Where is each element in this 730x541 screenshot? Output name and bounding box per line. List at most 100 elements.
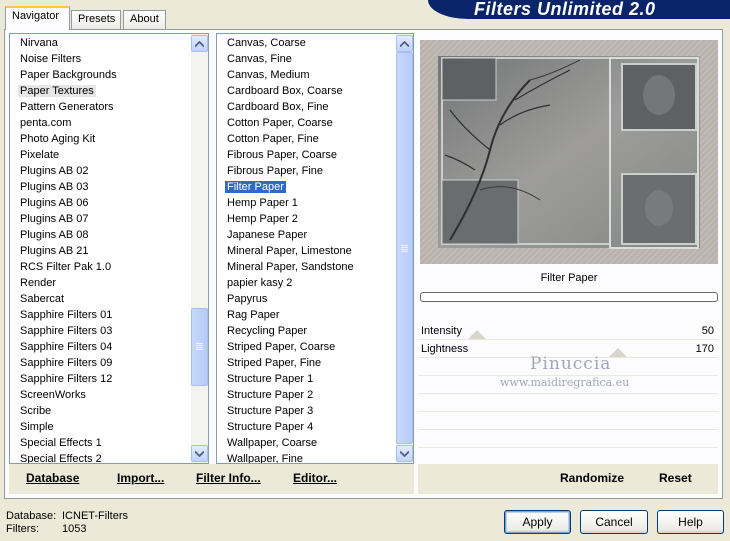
triangle-down-icon — [400, 450, 409, 457]
category-item[interactable]: penta.com — [10, 115, 73, 131]
category-item[interactable]: Render — [10, 275, 58, 291]
category-item[interactable]: Paper Textures — [10, 83, 96, 99]
list-item-label: Pattern Generators — [20, 101, 114, 113]
filter-info-button[interactable]: Filter Info... — [196, 471, 261, 485]
filter-item[interactable]: Cotton Paper, Fine — [217, 131, 321, 147]
category-item[interactable]: Special Effects 2 — [10, 451, 104, 463]
import-button[interactable]: Import... — [117, 471, 164, 485]
filter-scrollbar[interactable] — [396, 34, 413, 463]
filter-item[interactable]: Hemp Paper 2 — [217, 211, 300, 227]
filter-item[interactable]: Cotton Paper, Coarse — [217, 115, 335, 131]
filter-item[interactable]: Cardboard Box, Fine — [217, 99, 331, 115]
category-scroll-up-button[interactable] — [191, 35, 208, 52]
tab-navigator[interactable]: Navigator — [5, 6, 70, 30]
help-button[interactable]: Help — [657, 510, 724, 534]
category-item[interactable]: Sabercat — [10, 291, 66, 307]
category-item[interactable]: Scribe — [10, 403, 53, 419]
param-intensity-value: 50 — [701, 325, 714, 337]
category-item[interactable]: Plugins AB 21 — [10, 243, 91, 259]
category-item[interactable]: Paper Backgrounds — [10, 67, 119, 83]
list-item-label: papier kasy 2 — [227, 277, 293, 289]
category-item[interactable]: Sapphire Filters 09 — [10, 355, 114, 371]
filter-item[interactable]: Canvas, Medium — [217, 67, 312, 83]
filter-item[interactable]: Structure Paper 2 — [217, 387, 315, 403]
triangle-up-icon — [400, 40, 409, 47]
category-scroll-thumb[interactable] — [191, 308, 208, 386]
param-intensity[interactable]: Intensity 50 — [418, 322, 718, 340]
category-item[interactable]: Sapphire Filters 12 — [10, 371, 114, 387]
filter-item[interactable]: Mineral Paper, Limestone — [217, 243, 354, 259]
filter-item[interactable]: Canvas, Fine — [217, 51, 294, 67]
param-intensity-label: Intensity — [421, 325, 462, 337]
editor-button[interactable]: Editor... — [293, 471, 337, 485]
list-item-label: Wallpaper, Fine — [227, 453, 304, 464]
category-item[interactable]: Simple — [10, 419, 56, 435]
list-item-label: Sapphire Filters 12 — [20, 373, 113, 385]
param-empty-row — [418, 394, 718, 412]
category-list[interactable]: Nirvana Noise Filters Paper Backgrounds Pap… — [9, 33, 209, 464]
filter-item[interactable]: Structure Paper 1 — [217, 371, 315, 387]
filter-item[interactable]: Wallpaper, Coarse — [217, 435, 319, 451]
filter-scroll-down-button[interactable] — [396, 445, 413, 462]
category-item[interactable]: Pixelate — [10, 147, 61, 163]
filter-item[interactable]: Filter Paper — [217, 179, 286, 195]
tab-about-label: About — [130, 13, 159, 25]
category-item[interactable]: Photo Aging Kit — [10, 131, 97, 147]
list-item-label: Plugins AB 03 — [20, 181, 89, 193]
filter-scroll-thumb[interactable] — [396, 52, 413, 444]
category-item[interactable]: Sapphire Filters 01 — [10, 307, 114, 323]
lightness-slider-thumb[interactable] — [609, 348, 627, 357]
randomize-button[interactable]: Randomize — [560, 471, 624, 485]
list-item-label: Sapphire Filters 09 — [20, 357, 113, 369]
category-item[interactable]: Plugins AB 07 — [10, 211, 91, 227]
filter-item[interactable]: Canvas, Coarse — [217, 35, 308, 51]
category-item[interactable]: Special Effects 1 — [10, 435, 104, 451]
list-item-label: Photo Aging Kit — [20, 133, 96, 145]
category-item[interactable]: Sapphire Filters 03 — [10, 323, 114, 339]
category-item[interactable]: Plugins AB 06 — [10, 195, 91, 211]
filter-item[interactable]: Hemp Paper 1 — [217, 195, 300, 211]
filter-item[interactable]: Rag Paper — [217, 307, 282, 323]
category-scroll-down-button[interactable] — [191, 445, 208, 462]
list-item-label: Sabercat — [20, 293, 65, 305]
list-item-label: Plugins AB 06 — [20, 197, 89, 209]
list-item-label: penta.com — [20, 117, 72, 129]
filter-item[interactable]: Japanese Paper — [217, 227, 309, 243]
category-item[interactable]: ScreenWorks — [10, 387, 88, 403]
category-item[interactable]: RCS Filter Pak 1.0 — [10, 259, 113, 275]
list-item-label: Plugins AB 07 — [20, 213, 89, 225]
tab-presets[interactable]: Presets — [71, 10, 121, 29]
category-item[interactable]: Plugins AB 08 — [10, 227, 91, 243]
cancel-button[interactable]: Cancel — [580, 510, 648, 534]
filter-item[interactable]: Structure Paper 3 — [217, 403, 315, 419]
category-item[interactable]: Pattern Generators — [10, 99, 116, 115]
filter-item[interactable]: Cardboard Box, Coarse — [217, 83, 345, 99]
list-item-label: Paper Textures — [18, 85, 96, 97]
filter-item[interactable]: Wallpaper, Fine — [217, 451, 305, 464]
filter-item[interactable]: Fibrous Paper, Fine — [217, 163, 325, 179]
category-item[interactable]: Nirvana — [10, 35, 60, 51]
filter-scroll-up-button[interactable] — [396, 35, 413, 52]
tab-about[interactable]: About — [123, 10, 166, 29]
filter-list[interactable]: Canvas, Coarse Canvas, Fine Canvas, Medium… — [216, 33, 414, 464]
intensity-slider-thumb[interactable] — [468, 330, 486, 339]
filter-item[interactable]: Fibrous Paper, Coarse — [217, 147, 339, 163]
filter-item[interactable]: Striped Paper, Fine — [217, 355, 323, 371]
category-item[interactable]: Noise Filters — [10, 51, 83, 67]
filter-item[interactable]: papier kasy 2 — [217, 275, 294, 291]
filter-item[interactable]: Structure Paper 4 — [217, 419, 315, 435]
filter-item[interactable]: Striped Paper, Coarse — [217, 339, 337, 355]
database-button[interactable]: Database — [26, 471, 79, 485]
category-item[interactable]: Sapphire Filters 04 — [10, 339, 114, 355]
filter-item[interactable]: Papyrus — [217, 291, 269, 307]
list-item-label: Rag Paper — [227, 309, 280, 321]
apply-button[interactable]: Apply — [504, 510, 571, 534]
filter-item[interactable]: Mineral Paper, Sandstone — [217, 259, 356, 275]
filter-item[interactable]: Recycling Paper — [217, 323, 309, 339]
reset-button[interactable]: Reset — [659, 471, 692, 485]
intensity-slider[interactable] — [468, 322, 678, 340]
category-scrollbar[interactable] — [191, 34, 208, 463]
category-item[interactable]: Plugins AB 02 — [10, 163, 91, 179]
category-item[interactable]: Plugins AB 03 — [10, 179, 91, 195]
list-item-label: Plugins AB 21 — [20, 245, 89, 257]
